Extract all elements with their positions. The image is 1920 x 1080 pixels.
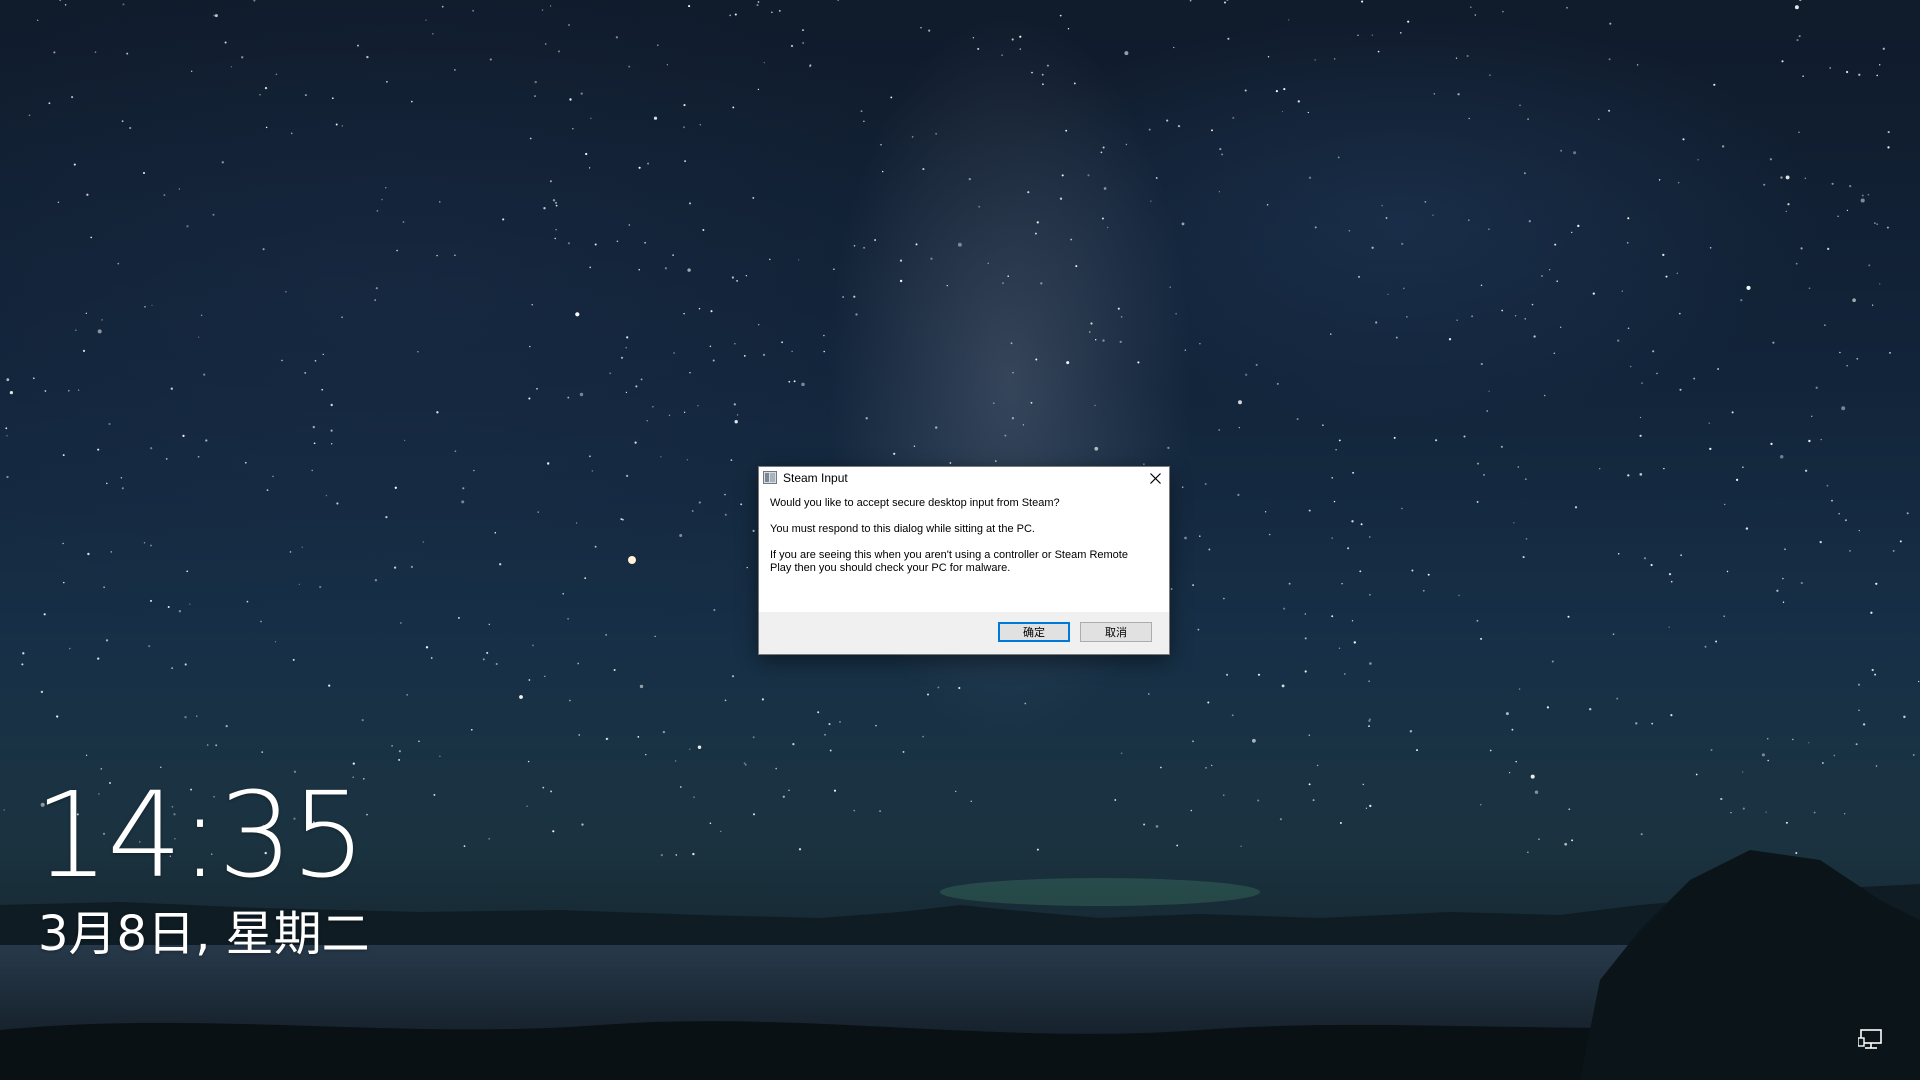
lock-screen-date: 3月8日, 星期二: [38, 906, 370, 962]
dialog-titlebar[interactable]: Steam Input: [759, 467, 1169, 489]
network-icon[interactable]: [1858, 1028, 1886, 1052]
steam-input-dialog: Steam Input Would you like to accept sec…: [758, 466, 1170, 655]
dialog-message-line-1: Would you like to accept secure desktop …: [770, 497, 1060, 509]
dialog-button-bar: 确定 取消: [759, 612, 1169, 654]
close-button[interactable]: [1141, 467, 1169, 489]
lock-screen-time: 14:35: [34, 766, 366, 904]
ok-button[interactable]: 确定: [998, 622, 1070, 642]
dialog-message-line-2: You must respond to this dialog while si…: [770, 523, 1035, 535]
cancel-button[interactable]: 取消: [1080, 622, 1152, 642]
dialog-message-line-3: If you are seeing this when you aren't u…: [770, 549, 1128, 574]
dialog-title: Steam Input: [783, 471, 848, 485]
close-icon: [1149, 472, 1161, 484]
steam-app-icon: [763, 471, 777, 484]
dialog-message: Would you like to accept secure desktop …: [759, 489, 1169, 575]
